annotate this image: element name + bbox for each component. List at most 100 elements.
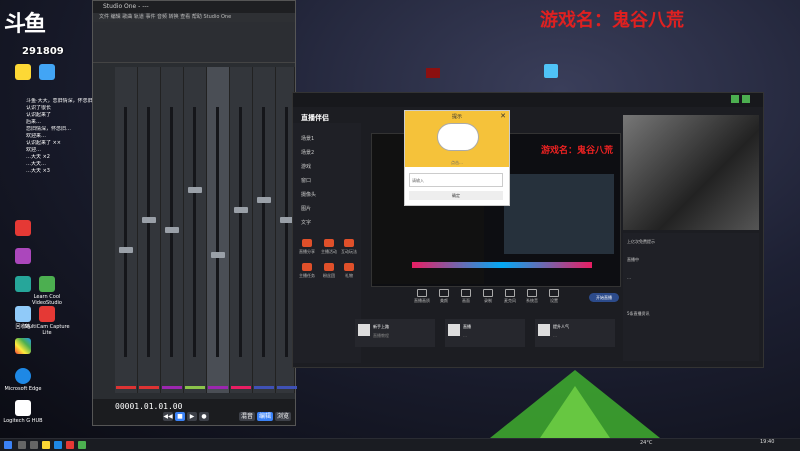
mixer-channel-strip[interactable] — [161, 67, 184, 393]
menu-item[interactable]: 帮助 — [192, 14, 202, 20]
fader-handle[interactable] — [188, 187, 202, 193]
desktop-folder-icon[interactable] — [544, 64, 558, 78]
play-button[interactable]: ▶ — [187, 412, 197, 421]
preview-nested-window — [504, 174, 614, 254]
rewind-button[interactable]: ◀◀ — [163, 412, 173, 421]
fader-handle[interactable] — [234, 207, 248, 213]
search-icon[interactable] — [18, 441, 26, 449]
quality-button[interactable]: 直播画质 — [411, 289, 433, 304]
fader-handle[interactable] — [119, 247, 133, 253]
mixer-channel-strip[interactable] — [207, 67, 230, 393]
tool-gift[interactable]: 礼物 — [339, 263, 359, 279]
panel-item[interactable]: … — [627, 275, 631, 280]
tool-task[interactable]: 主播任务 — [297, 263, 317, 279]
mixer-channel-strip[interactable] — [253, 67, 276, 393]
tab-edit[interactable]: 编辑 — [257, 412, 273, 421]
mixer-toolbar[interactable] — [93, 22, 295, 63]
fader-handle[interactable] — [257, 197, 271, 203]
desktop-icon[interactable] — [0, 248, 46, 266]
mixer-titlebar[interactable]: Studio One - --- — [93, 1, 295, 13]
tool-share[interactable]: 直播分享 — [297, 239, 317, 255]
video-icon[interactable]: Learn Cool VideoStudio — [24, 276, 70, 306]
loop-button[interactable]: ■ — [175, 412, 185, 421]
menu-item[interactable]: 事件 — [145, 14, 155, 20]
desktop-icon[interactable] — [24, 64, 70, 82]
tip-card[interactable]: 新手上路 直播教程 — [355, 319, 435, 347]
beauty-button[interactable]: 美颜 — [433, 289, 455, 304]
app-titlebar[interactable] — [293, 93, 763, 107]
sidebar-item-scene2[interactable]: 场景2 — [301, 149, 314, 156]
tip-card[interactable]: 提升人气… — [535, 319, 615, 347]
panel-item[interactable]: 5条直播资讯 — [627, 311, 650, 317]
settings-button[interactable]: 设置 — [543, 289, 565, 304]
fader-track — [285, 107, 288, 357]
mixer-menubar[interactable]: 文件 编辑 歌曲 轨道 事件 音频 转换 查看 帮助 Studio One — [93, 13, 295, 22]
mixer-channel-strip[interactable] — [115, 67, 138, 393]
clock[interactable]: 19:40 — [760, 439, 774, 445]
weather-indicator[interactable]: 24°C — [640, 440, 652, 446]
tool-fans[interactable]: 粉丝团 — [319, 263, 339, 279]
channel-color — [208, 386, 228, 389]
menu-item[interactable]: 歌曲 — [122, 14, 132, 20]
dragon-artwork — [623, 115, 759, 230]
sidebar-item-scene1[interactable]: 场景1 — [301, 135, 314, 142]
tip-card[interactable]: 直播… — [445, 319, 525, 347]
sidebar-item-game[interactable]: 游戏 — [301, 163, 311, 170]
app-taskbar-icon[interactable] — [78, 441, 86, 449]
channel-color — [231, 386, 251, 389]
task-view-icon[interactable] — [30, 441, 38, 449]
menu-item[interactable]: 音频 — [157, 14, 167, 20]
minimize-icon[interactable] — [731, 95, 739, 103]
dialog-input[interactable]: 请输入 — [409, 173, 503, 187]
ghub-icon[interactable]: Logitech G HUB — [0, 400, 46, 424]
fader-handle[interactable] — [142, 217, 156, 223]
prompt-dialog[interactable]: 提示 ✕ 点击… 请输入 确定 — [404, 110, 510, 206]
camera-icon[interactable]: MultiCam Capture Lite — [24, 306, 70, 336]
sidebar-item-window[interactable]: 窗口 — [301, 177, 311, 184]
streaming-app-window[interactable]: 直播伴侣 场景1 场景2 游戏 窗口 摄像头 图片 文字 直播分享 主播活动 互… — [292, 92, 764, 368]
menu-item[interactable]: 编辑 — [111, 14, 121, 20]
chat-line: 欢迎… — [26, 147, 42, 153]
sidebar-item-camera[interactable]: 摄像头 — [301, 191, 316, 198]
edge-icon[interactable]: Microsoft Edge — [0, 368, 46, 392]
tool-activity[interactable]: 主播活动 — [319, 239, 339, 255]
edge-taskbar-icon[interactable] — [54, 441, 62, 449]
window-controls[interactable] — [731, 95, 759, 103]
maximize-icon[interactable] — [741, 95, 750, 103]
menu-item[interactable]: 查看 — [180, 14, 190, 20]
record-button[interactable]: ● — [199, 412, 209, 421]
app-taskbar-icon[interactable] — [66, 441, 74, 449]
desktop-icon[interactable] — [0, 220, 46, 238]
system-audio-button[interactable]: 系统音 — [521, 289, 543, 304]
fader-handle[interactable] — [165, 227, 179, 233]
menu-item[interactable]: Studio One — [203, 14, 231, 20]
mixer-channel-strip[interactable] — [184, 67, 207, 393]
start-icon[interactable] — [4, 441, 12, 449]
mixer-channel-strip[interactable] — [138, 67, 161, 393]
mixer-channel-strip[interactable] — [230, 67, 253, 393]
chat-line: 后来… — [26, 119, 42, 125]
close-icon[interactable]: ✕ — [500, 112, 506, 120]
channel-color — [185, 386, 205, 389]
tool-interact[interactable]: 互动玩法 — [339, 239, 359, 255]
menu-item[interactable]: 轨道 — [134, 14, 144, 20]
glowing-tent-image — [490, 370, 660, 438]
record-control-button[interactable]: 录制 — [477, 289, 499, 304]
sidebar-item-text[interactable]: 文字 — [301, 219, 311, 226]
mic-button[interactable]: 麦克风 — [499, 289, 521, 304]
fader-handle[interactable] — [211, 252, 225, 258]
confirm-button[interactable]: 确定 — [409, 191, 503, 200]
sidebar-item-image[interactable]: 图片 — [301, 205, 311, 212]
file-explorer-icon[interactable] — [42, 441, 50, 449]
start-stream-button[interactable]: 开始直播 — [589, 293, 619, 302]
panel-item[interactable]: 直播中 — [627, 257, 639, 263]
menu-item[interactable]: 文件 — [99, 14, 109, 20]
tab-browse[interactable]: 浏览 — [275, 412, 291, 421]
tab-mix[interactable]: 混音 — [239, 412, 255, 421]
colorful-app-icon[interactable] — [0, 338, 46, 356]
mixer-window[interactable]: Studio One - --- 文件 编辑 歌曲 轨道 事件 音频 转换 查看… — [92, 0, 297, 426]
menu-item[interactable]: 转换 — [169, 14, 179, 20]
panel-item[interactable]: 上亿次免费提示 — [627, 239, 655, 245]
scene-button[interactable]: 画面 — [455, 289, 477, 304]
fader-track — [216, 107, 219, 357]
